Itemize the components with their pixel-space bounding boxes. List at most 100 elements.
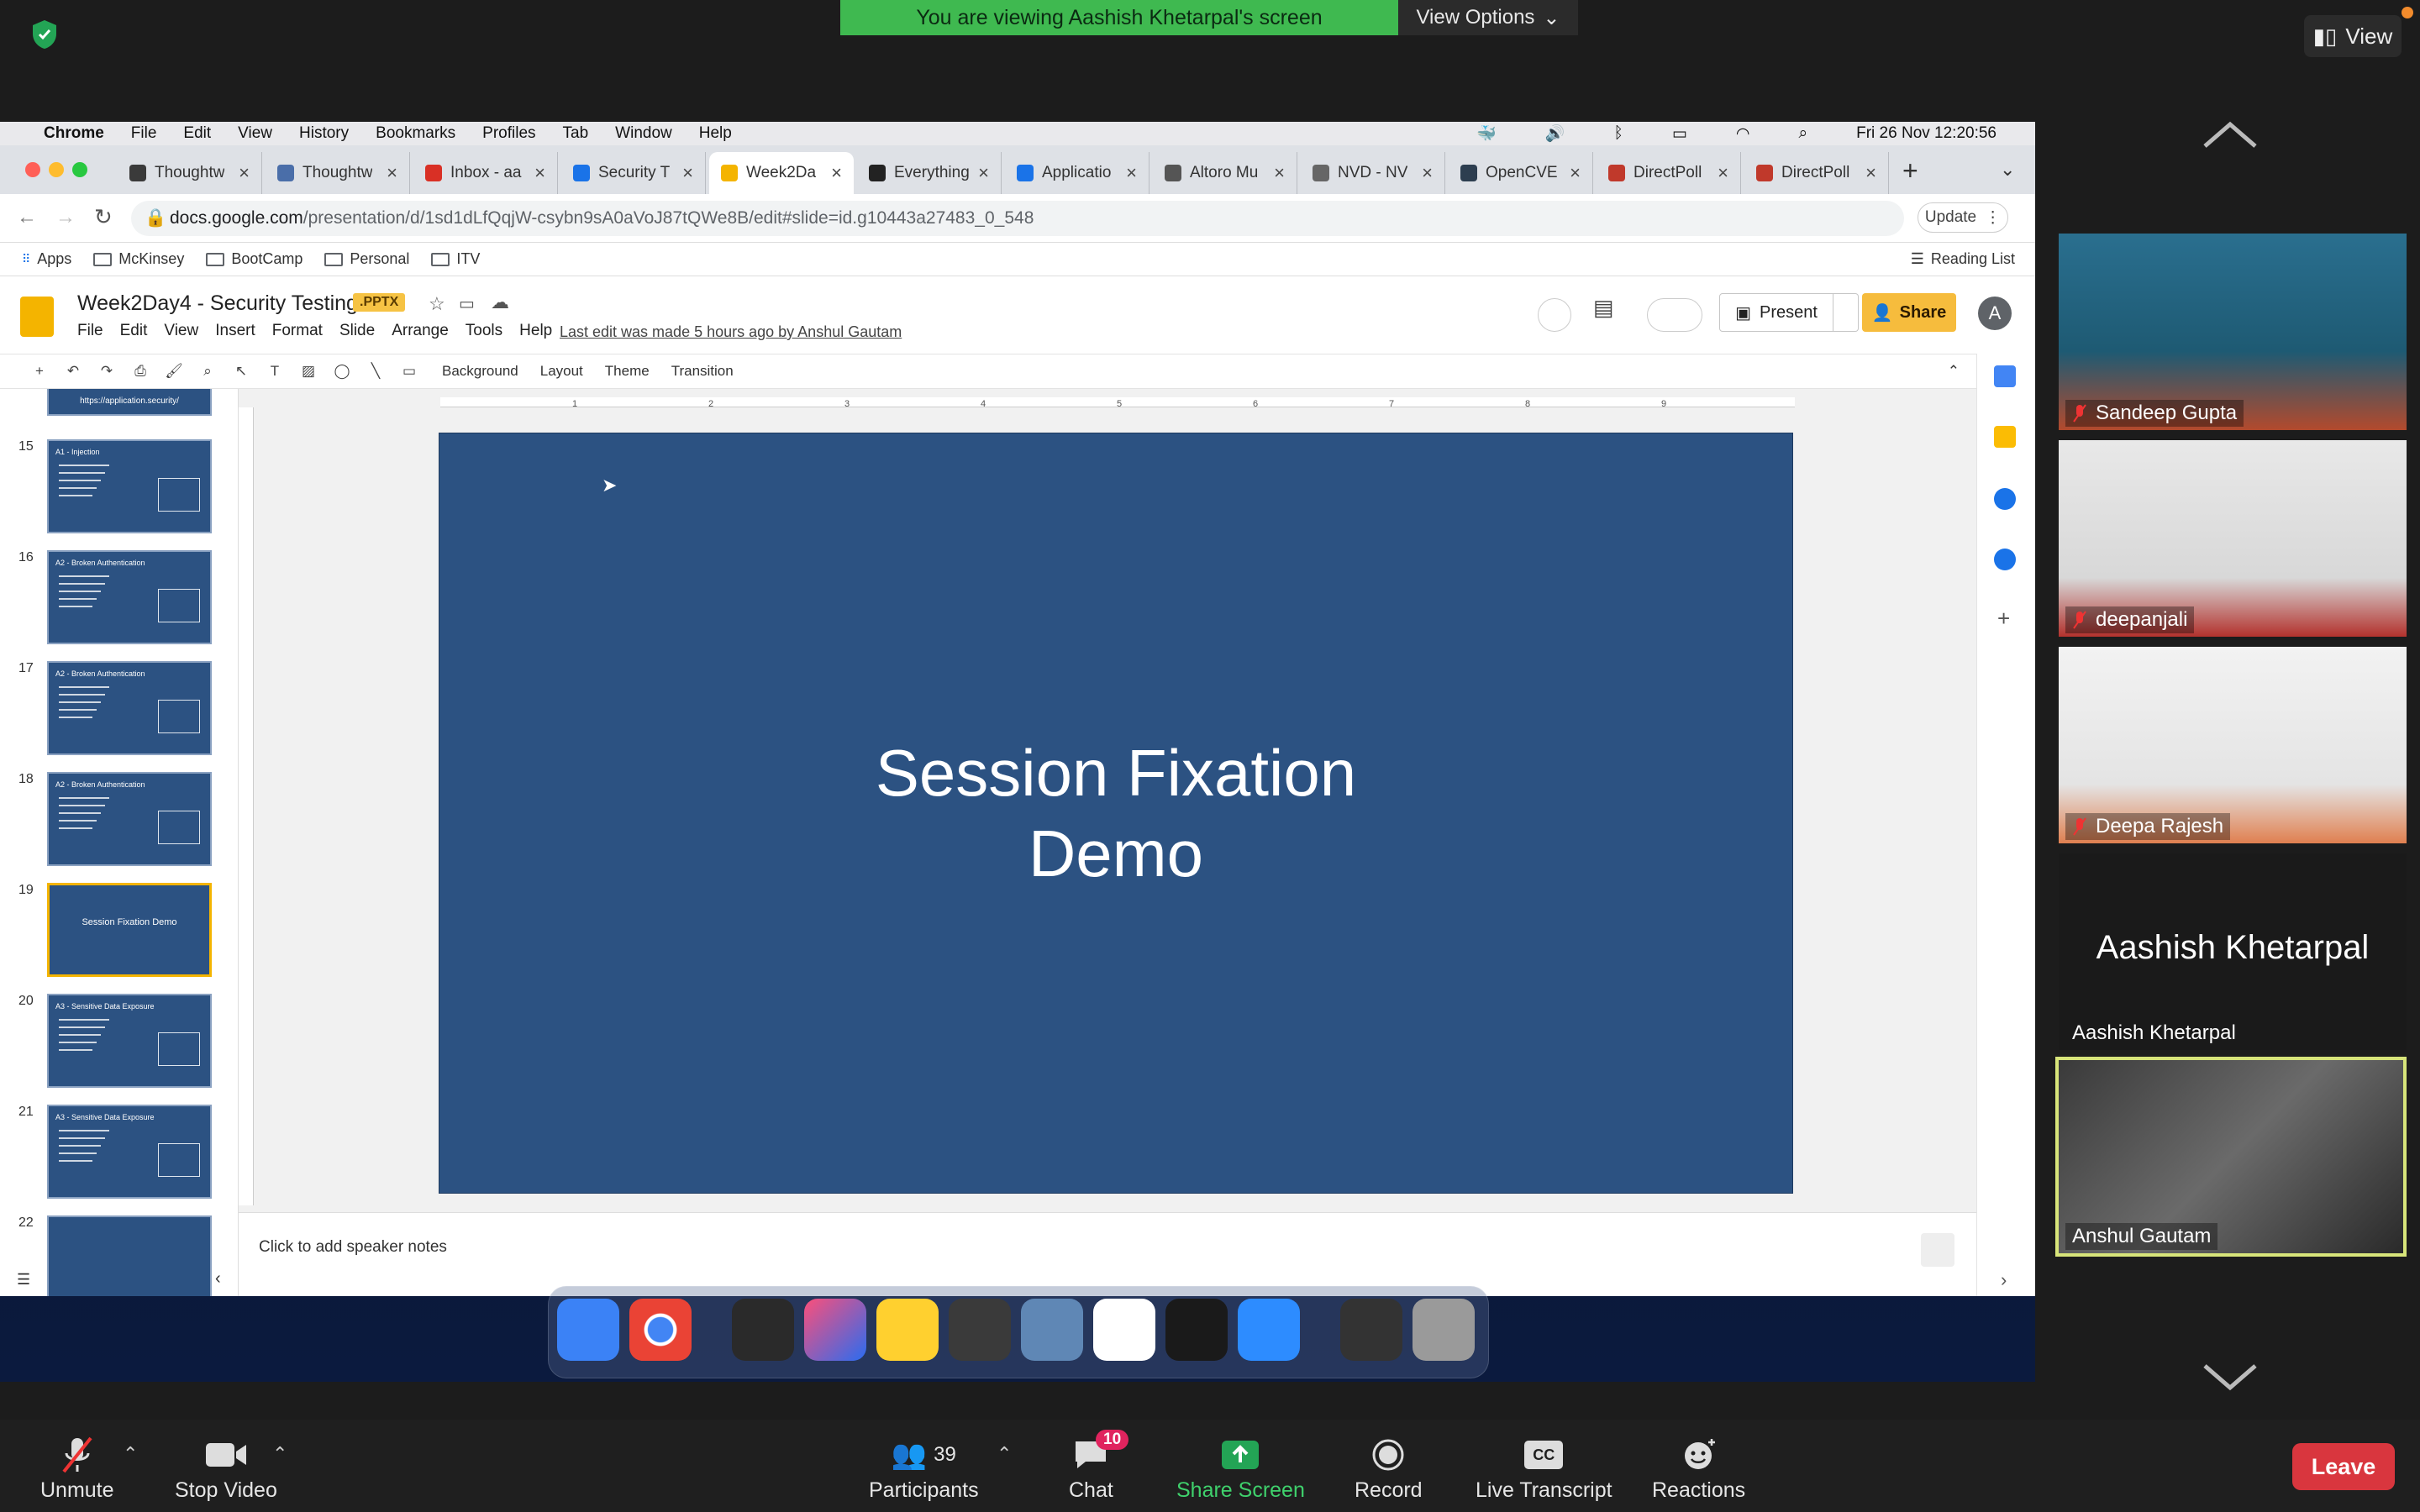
slides-menu-tools[interactable]: Tools: [466, 322, 502, 340]
close-window-button[interactable]: [25, 162, 40, 177]
forward-button[interactable]: →: [55, 206, 76, 229]
video-options-chevron-icon[interactable]: ⌃: [272, 1443, 287, 1465]
transition-button[interactable]: Transition: [671, 363, 734, 380]
bookmark-apps[interactable]: ⠿ Apps: [22, 250, 71, 268]
browser-tab[interactable]: OpenCVE ×: [1449, 152, 1593, 194]
browser-tab[interactable]: NVD - NV ×: [1301, 152, 1445, 194]
docker-icon[interactable]: 🐳: [1476, 123, 1497, 144]
close-tab-icon[interactable]: ×: [831, 162, 842, 184]
leave-button[interactable]: Leave: [2292, 1443, 2395, 1490]
browser-tab[interactable]: DirectPoll ×: [1744, 152, 1889, 194]
close-tab-icon[interactable]: ×: [387, 162, 397, 184]
image-icon[interactable]: ▨: [297, 360, 319, 382]
zoom-window-icon[interactable]: [1340, 1299, 1402, 1361]
bluetooth-icon[interactable]: ᛒ: [1614, 124, 1623, 143]
slides-menu-format[interactable]: Format: [272, 322, 323, 340]
close-tab-icon[interactable]: ×: [239, 162, 250, 184]
intellij-icon[interactable]: [804, 1299, 866, 1361]
share-button[interactable]: 👤 Share: [1862, 293, 1956, 332]
bookmark-bootcamp[interactable]: BootCamp: [206, 250, 302, 268]
miro-icon[interactable]: [876, 1299, 939, 1361]
slides-menu-slide[interactable]: Slide: [339, 322, 375, 340]
line-icon[interactable]: ╲: [365, 360, 387, 382]
undo-icon[interactable]: ↶: [62, 360, 84, 382]
comment-icon[interactable]: ▤: [1593, 295, 1614, 321]
slide-thumbnail[interactable]: A1 - Injection: [47, 439, 212, 533]
back-button[interactable]: ←: [17, 206, 37, 229]
close-tab-icon[interactable]: ×: [1274, 162, 1285, 184]
close-tab-icon[interactable]: ×: [978, 162, 989, 184]
slides-menu-file[interactable]: File: [77, 322, 103, 340]
explore-icon[interactable]: [1921, 1233, 1954, 1267]
slide-thumbnail[interactable]: A2 - Broken Authentication: [47, 772, 212, 866]
wireshark-icon[interactable]: [1021, 1299, 1083, 1361]
menu-bookmarks[interactable]: Bookmarks: [376, 124, 455, 143]
slide-thumbnail[interactable]: https://application.security/: [47, 389, 212, 416]
terminal-icon[interactable]: [732, 1299, 794, 1361]
present-dropdown-button[interactable]: [1833, 293, 1859, 332]
add-addon-icon[interactable]: +: [1997, 606, 2010, 632]
browser-tab[interactable]: Thoughtw ×: [118, 152, 262, 194]
unmute-button[interactable]: Unmute: [40, 1436, 114, 1503]
reading-list-button[interactable]: ☰ Reading List: [1911, 250, 2015, 268]
participants-chevron-icon[interactable]: ⌃: [997, 1443, 1012, 1465]
stop-video-button[interactable]: Stop Video: [175, 1436, 277, 1503]
scroll-down-icon[interactable]: [2200, 1361, 2260, 1394]
comment-add-icon[interactable]: ▭: [398, 360, 420, 382]
slack-icon[interactable]: [1093, 1299, 1155, 1361]
slides-menu-arrange[interactable]: Arrange: [392, 322, 449, 340]
zoom-icon[interactable]: [1238, 1299, 1300, 1361]
scroll-up-icon[interactable]: [2200, 118, 2260, 151]
volume-icon[interactable]: 🔊: [1545, 123, 1565, 144]
wifi-icon[interactable]: ◠: [1736, 124, 1750, 144]
search-icon[interactable]: ⌕: [1798, 124, 1807, 143]
close-tab-icon[interactable]: ×: [1865, 162, 1876, 184]
clock[interactable]: Fri 26 Nov 12:20:56: [1856, 124, 1996, 143]
finder-icon[interactable]: [557, 1299, 619, 1361]
update-button[interactable]: Update ⋮: [1918, 202, 2008, 233]
shape-icon[interactable]: ◯: [331, 360, 353, 382]
collapse-toolbar-icon[interactable]: ⌃: [1948, 363, 1960, 380]
menu-tab[interactable]: Tab: [563, 124, 589, 143]
meet-button[interactable]: [1647, 298, 1702, 332]
textbox-icon[interactable]: T: [264, 360, 286, 382]
menu-history[interactable]: History: [299, 124, 349, 143]
move-folder-icon[interactable]: ▭: [459, 293, 475, 314]
browser-tab[interactable]: DirectPoll ×: [1597, 152, 1741, 194]
avatar[interactable]: A: [1978, 297, 2012, 330]
bookmark-mckinsey[interactable]: McKinsey: [93, 250, 184, 268]
live-transcript-button[interactable]: CC Live Transcript: [1476, 1436, 1612, 1503]
participant-video[interactable]: Deepa Rajesh: [2059, 647, 2407, 843]
participants-button[interactable]: 👥 39 Participants: [869, 1436, 979, 1503]
layout-button[interactable]: Layout: [540, 363, 583, 380]
tasks-icon[interactable]: [1994, 488, 2016, 510]
present-button[interactable]: ▣ Present: [1719, 293, 1833, 332]
menu-window[interactable]: Window: [615, 124, 672, 143]
participant-video[interactable]: deepanjali: [2059, 440, 2407, 637]
close-tab-icon[interactable]: ×: [1718, 162, 1728, 184]
reload-button[interactable]: ↻: [94, 204, 113, 230]
browser-tab[interactable]: Applicatio ×: [1005, 152, 1150, 194]
menu-help[interactable]: Help: [699, 124, 732, 143]
close-tab-icon[interactable]: ×: [1570, 162, 1581, 184]
zoom-icon[interactable]: ⌕: [197, 360, 218, 382]
slides-logo-icon[interactable]: [20, 297, 54, 337]
contacts-icon[interactable]: [1994, 549, 2016, 570]
chrome-icon[interactable]: [629, 1299, 692, 1361]
view-button[interactable]: ▮▯ View: [2304, 15, 2402, 57]
expand-panel-icon[interactable]: ›: [2001, 1269, 2007, 1291]
slides-menu-view[interactable]: View: [164, 322, 198, 340]
menu-file[interactable]: File: [131, 124, 157, 143]
url-input[interactable]: 🔒 docs.google.com/presentation/d/1sd1dLf…: [131, 201, 1904, 236]
reactions-button[interactable]: Reactions: [1652, 1436, 1745, 1503]
new-slide-icon[interactable]: +: [29, 360, 50, 382]
browser-tab[interactable]: Everything ×: [857, 152, 1002, 194]
current-slide[interactable]: Session Fixation Demo: [439, 433, 1793, 1194]
participant-video[interactable]: Sandeep Gupta: [2059, 234, 2407, 430]
sublime-icon[interactable]: [949, 1299, 1011, 1361]
close-tab-icon[interactable]: ×: [1126, 162, 1137, 184]
slide-thumbnail[interactable]: Session Fixation Demo: [47, 883, 212, 977]
record-button[interactable]: Record: [1355, 1436, 1423, 1503]
close-tab-icon[interactable]: ×: [534, 162, 545, 184]
menu-edit[interactable]: Edit: [183, 124, 211, 143]
